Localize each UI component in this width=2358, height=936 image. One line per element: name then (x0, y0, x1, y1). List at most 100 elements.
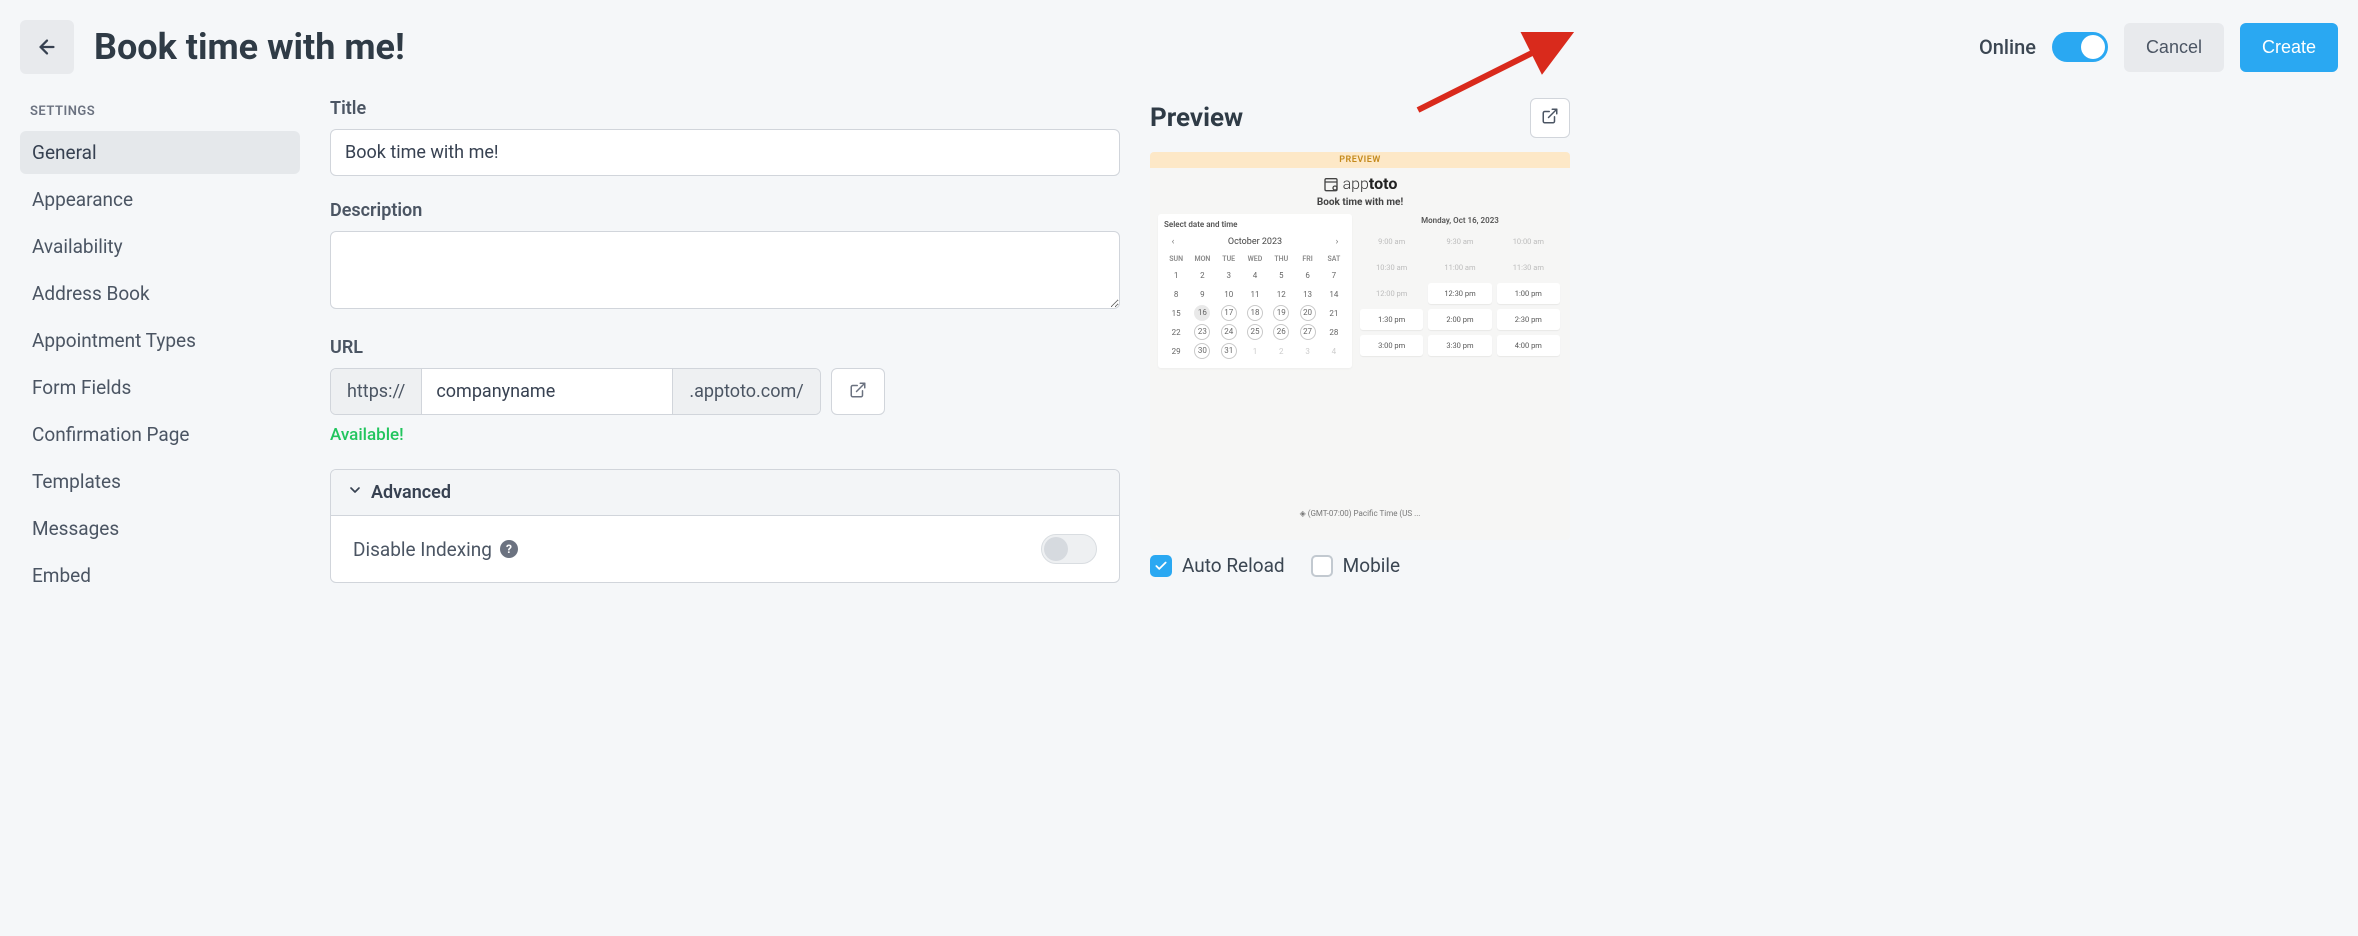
calendar-day: 24 (1221, 324, 1237, 340)
disable-indexing-toggle[interactable] (1041, 534, 1097, 564)
calendar-day: 4 (1243, 267, 1267, 284)
calendar-day: 11 (1243, 286, 1267, 303)
description-input[interactable] (330, 231, 1120, 309)
url-input-group: https:// .apptoto.com/ (330, 368, 821, 415)
time-slot: 9:30 am (1428, 231, 1491, 252)
title-input[interactable] (330, 129, 1120, 176)
time-slot: 11:00 am (1428, 257, 1491, 278)
calendar-day: 29 (1164, 343, 1188, 360)
description-label: Description (330, 200, 1120, 221)
preview-month-label: October 2023 (1228, 237, 1282, 247)
brand-light: app (1343, 174, 1369, 193)
help-icon[interactable]: ? (500, 540, 518, 558)
calendar-icon (1323, 176, 1339, 192)
advanced-label: Advanced (371, 482, 451, 503)
time-slot: 2:30 pm (1497, 309, 1560, 330)
cancel-button[interactable]: Cancel (2124, 23, 2224, 72)
calendar-day: 13 (1295, 286, 1319, 303)
calendar-day: 1 (1164, 267, 1188, 284)
preview-calendar: Select date and time ‹ October 2023 › SU… (1158, 214, 1352, 368)
sidebar-item-form-fields[interactable]: Form Fields (20, 366, 300, 409)
mobile-row[interactable]: Mobile (1311, 554, 1400, 577)
arrow-left-icon (36, 36, 58, 58)
sidebar-item-confirmation-page[interactable]: Confirmation Page (20, 413, 300, 456)
sidebar-item-general[interactable]: General (20, 131, 300, 174)
calendar-day: 22 (1164, 324, 1188, 341)
time-slot: 2:00 pm (1428, 309, 1491, 330)
calendar-dow: FRI (1295, 253, 1319, 265)
calendar-dow: TUE (1217, 253, 1241, 265)
auto-reload-row[interactable]: Auto Reload (1150, 554, 1285, 577)
calendar-grid: SUNMONTUEWEDTHUFRISAT1234567891011121314… (1160, 253, 1350, 360)
create-button[interactable]: Create (2240, 23, 2338, 72)
calendar-day: 20 (1300, 305, 1316, 321)
online-label: Online (1979, 35, 2036, 59)
mobile-checkbox[interactable] (1311, 555, 1333, 577)
time-slot: 10:30 am (1360, 257, 1423, 278)
check-icon (1154, 559, 1168, 573)
calendar-dow: THU (1269, 253, 1293, 265)
url-open-button[interactable] (831, 368, 885, 415)
back-button[interactable] (20, 20, 74, 74)
sidebar-item-templates[interactable]: Templates (20, 460, 300, 503)
sidebar-item-messages[interactable]: Messages (20, 507, 300, 550)
url-suffix: .apptoto.com/ (672, 369, 819, 414)
online-toggle[interactable] (2052, 32, 2108, 62)
time-slot: 3:00 pm (1360, 335, 1423, 356)
url-label: URL (330, 337, 1120, 358)
url-prefix: https:// (331, 369, 422, 414)
calendar-day: 15 (1164, 305, 1188, 322)
calendar-day: 2 (1190, 267, 1214, 284)
auto-reload-label: Auto Reload (1182, 554, 1285, 577)
calendar-day: 18 (1247, 305, 1263, 321)
calendar-dow: MON (1190, 253, 1214, 265)
calendar-day: 26 (1273, 324, 1289, 340)
calendar-day: 21 (1322, 305, 1346, 322)
advanced-toggle[interactable]: Advanced (331, 470, 1119, 516)
time-slot: 1:30 pm (1360, 309, 1423, 330)
calendar-day: 1 (1243, 343, 1267, 360)
chevron-down-icon (347, 482, 363, 503)
auto-reload-checkbox[interactable] (1150, 555, 1172, 577)
title-label: Title (330, 98, 1120, 119)
preview-timezone-text: (GMT-07:00) Pacific Time (US ... (1308, 509, 1421, 518)
calendar-day: 12 (1269, 286, 1293, 303)
url-input[interactable] (422, 369, 672, 414)
sidebar-item-appointment-types[interactable]: Appointment Types (20, 319, 300, 362)
calendar-day: 4 (1322, 343, 1346, 360)
calendar-day: 17 (1221, 305, 1237, 321)
open-preview-button[interactable] (1530, 98, 1570, 138)
time-slot: 3:30 pm (1428, 335, 1491, 356)
preview-timezone: ◈ (GMT-07:00) Pacific Time (US ... (1150, 509, 1570, 518)
time-slot: 9:00 am (1360, 231, 1423, 252)
calendar-day: 30 (1194, 343, 1210, 359)
calendar-day: 28 (1322, 324, 1346, 341)
preview-date-heading: Monday, Oct 16, 2023 (1358, 214, 1562, 231)
calendar-day: 7 (1322, 267, 1346, 284)
sidebar-item-availability[interactable]: Availability (20, 225, 300, 268)
calendar-day: 6 (1295, 267, 1319, 284)
time-slot: 12:30 pm (1428, 283, 1491, 304)
sidebar-heading: SETTINGS (20, 98, 300, 131)
mobile-label: Mobile (1343, 554, 1400, 577)
calendar-dow: SAT (1322, 253, 1346, 265)
settings-sidebar: SETTINGS General Appearance Availability… (20, 98, 300, 601)
time-slot: 11:30 am (1497, 257, 1560, 278)
preview-title: Preview (1150, 103, 1243, 133)
toggle-knob (2081, 35, 2105, 59)
preview-times: Monday, Oct 16, 2023 9:00 am9:30 am10:00… (1358, 214, 1562, 368)
calendar-dow: SUN (1164, 253, 1188, 265)
calendar-day: 31 (1221, 343, 1237, 359)
sidebar-item-appearance[interactable]: Appearance (20, 178, 300, 221)
preview-page-title: Book time with me! (1150, 197, 1570, 214)
external-link-icon (849, 381, 867, 403)
external-link-icon (1541, 107, 1559, 129)
next-month-icon: › (1330, 235, 1344, 249)
calendar-day: 23 (1194, 324, 1210, 340)
calendar-day: 10 (1217, 286, 1241, 303)
calendar-day: 3 (1295, 343, 1319, 360)
sidebar-item-embed[interactable]: Embed (20, 554, 300, 597)
time-slot: 1:00 pm (1497, 283, 1560, 304)
preview-column: Preview PREVIEW (1150, 98, 1570, 577)
sidebar-item-address-book[interactable]: Address Book (20, 272, 300, 315)
